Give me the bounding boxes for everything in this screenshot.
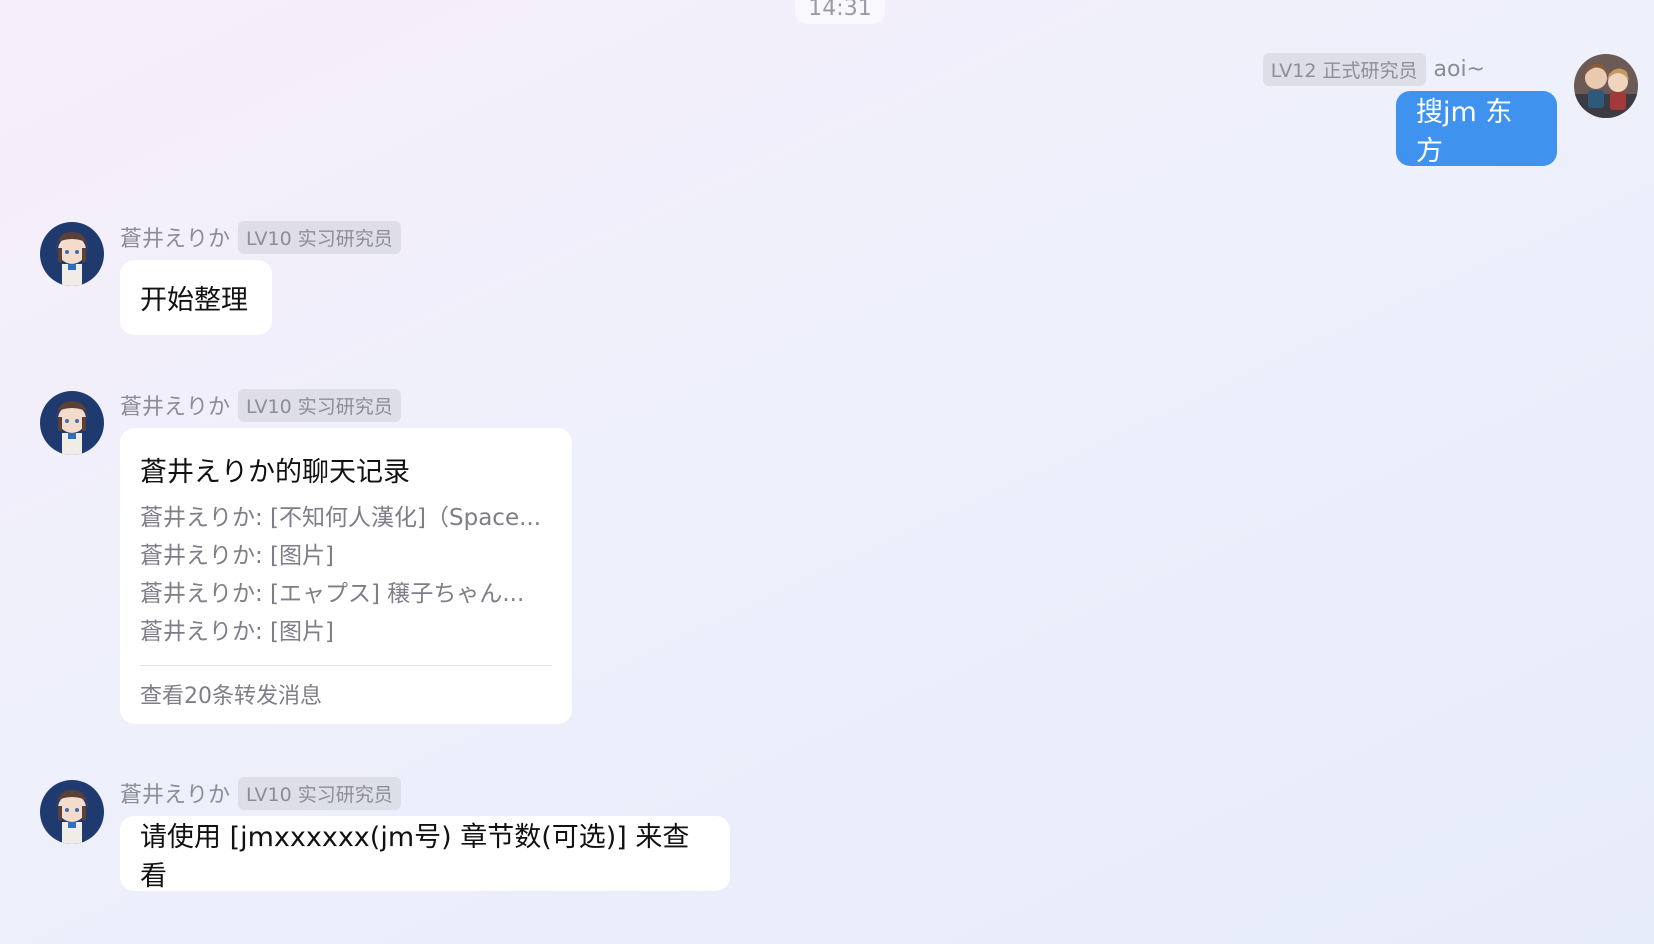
my-avatar[interactable]	[1574, 54, 1638, 118]
forwarded-record-card[interactable]: 蒼井えりか的聊天记录 蒼井えりか: [不知何人漢化]（Space... 蒼井えり…	[120, 428, 572, 724]
view-forwarded-messages-link[interactable]: 查看20条转发消息	[140, 678, 552, 710]
bot-avatar-image	[40, 780, 104, 844]
bot-sender-line: 蒼井えりか LV10 实习研究员	[120, 776, 401, 810]
bot-avatar[interactable]	[40, 391, 104, 455]
forwarded-record-line: 蒼井えりか: [图片]	[140, 619, 335, 645]
bot-avatar-image	[40, 222, 104, 286]
my-message-bubble[interactable]: 搜jm 东方	[1396, 91, 1557, 167]
bot-sender-name: 蒼井えりか	[120, 395, 231, 420]
my-avatar-image	[1574, 54, 1638, 118]
forwarded-record-divider	[140, 665, 552, 666]
bot-sender-line: 蒼井えりか LV10 实习研究员	[120, 388, 401, 422]
bot-level-badge: LV10 实习研究员	[238, 776, 401, 810]
message-bubble[interactable]: 开始整理	[120, 260, 272, 335]
message-bubble[interactable]: 请使用 [jmxxxxxx(jm号) 章节数(可选)] 来查看	[120, 816, 730, 892]
forwarded-record-line: 蒼井えりか: [不知何人漢化]（Space...	[140, 505, 542, 531]
bot-sender-name: 蒼井えりか	[120, 783, 231, 808]
message-text: 开始整理	[140, 285, 248, 316]
bot-level-badge: LV10 实习研究员	[238, 388, 401, 422]
my-sender-name: aoi~	[1433, 56, 1486, 82]
bot-sender-name: 蒼井えりか	[120, 227, 231, 252]
message-text: 请使用 [jmxxxxxx(jm号) 章节数(可选)] 来查看	[140, 821, 690, 892]
forwarded-record-line: 蒼井えりか: [エャプス] 穣子ちゃん...	[140, 581, 525, 607]
bot-avatar[interactable]	[40, 780, 104, 844]
timestamp-text: 14:31	[808, 0, 872, 21]
my-message-text: 搜jm 东方	[1416, 96, 1513, 167]
forwarded-record-line: 蒼井えりか: [图片]	[140, 543, 335, 569]
bot-avatar[interactable]	[40, 222, 104, 286]
bot-level-badge: LV10 实习研究员	[238, 220, 401, 254]
my-sender-line: LV12 正式研究员 aoi~	[1262, 52, 1486, 86]
bot-sender-line: 蒼井えりか LV10 实习研究员	[120, 220, 401, 254]
forwarded-record-title: 蒼井えりか的聊天记录	[140, 457, 410, 488]
my-level-badge: LV12 正式研究员	[1262, 52, 1426, 86]
timestamp-pill: 14:31	[795, 0, 885, 24]
bot-avatar-image	[40, 391, 104, 455]
